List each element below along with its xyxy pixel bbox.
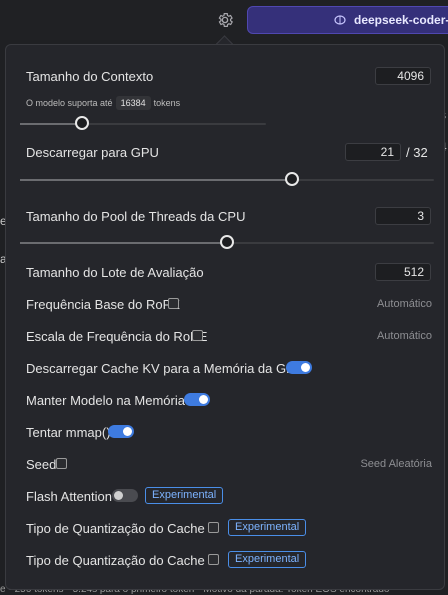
rope-scale-checkbox[interactable] xyxy=(192,330,203,341)
v-cache-quant-label: Tipo de Quantização do Cache V xyxy=(26,553,218,568)
gpu-offload-slider[interactable] xyxy=(20,172,434,186)
experimental-badge: Experimental xyxy=(228,551,307,568)
experimental-badge: Experimental xyxy=(228,519,307,536)
brain-icon xyxy=(334,15,346,25)
experimental-badge: Experimental xyxy=(145,487,224,504)
kv-offload-toggle[interactable] xyxy=(286,361,312,374)
gpu-offload-input[interactable]: 21 xyxy=(345,143,401,161)
model-load-settings-panel: Tamanho do Contexto 4096 O modelo suport… xyxy=(5,44,445,590)
eval-batch-input[interactable]: 512 xyxy=(375,263,431,281)
gpu-offload-label: Descarregar para GPU xyxy=(26,145,159,160)
keep-in-memory-toggle[interactable] xyxy=(184,393,210,406)
eval-batch-label: Tamanho do Lote de Avaliação xyxy=(26,265,204,280)
cpu-threads-slider[interactable] xyxy=(20,235,434,249)
rope-scale-value: Automático xyxy=(376,330,432,342)
slider-thumb[interactable] xyxy=(220,235,234,249)
k-cache-quant-label: Tipo de Quantização do Cache K xyxy=(26,521,218,536)
try-mmap-toggle[interactable] xyxy=(108,425,134,438)
cpu-threads-label: Tamanho do Pool de Threads da CPU xyxy=(26,209,246,224)
rope-base-value: Automático xyxy=(376,298,432,310)
try-mmap-label: Tentar mmap() xyxy=(26,425,111,440)
seed-checkbox[interactable] xyxy=(56,458,67,469)
kv-offload-label: Descarregar Cache KV para a Memória da G… xyxy=(26,361,305,376)
rope-scale-label: Escala de Frequência do RoPE xyxy=(26,329,208,344)
rope-base-checkbox[interactable] xyxy=(168,298,179,309)
v-cache-quant-checkbox[interactable] xyxy=(208,554,219,565)
cpu-threads-input[interactable]: 3 xyxy=(375,207,431,225)
keep-in-memory-label: Manter Modelo na Memória xyxy=(26,393,185,408)
flash-attention-toggle[interactable] xyxy=(112,489,138,502)
slider-thumb[interactable] xyxy=(284,172,299,186)
context-length-hint: O modelo suporta até 16384 tokens xyxy=(26,96,181,110)
seed-value: Seed Aleatória xyxy=(360,458,432,470)
context-length-label: Tamanho do Contexto xyxy=(26,69,154,84)
gpu-offload-max: / 32 xyxy=(406,145,428,160)
seed-label: Seed xyxy=(26,457,57,472)
context-length-slider[interactable] xyxy=(20,116,266,130)
context-length-input[interactable]: 4096 xyxy=(375,67,431,85)
model-selector-button[interactable]: deepseek-coder-6 xyxy=(247,6,448,34)
slider-thumb[interactable] xyxy=(74,116,89,130)
flash-attention-label: Flash Attention xyxy=(26,489,112,504)
rope-base-label: Frequência Base do RoPE xyxy=(26,297,180,312)
k-cache-quant-checkbox[interactable] xyxy=(208,522,219,533)
model-label: deepseek-coder-6 xyxy=(354,13,448,27)
gear-icon[interactable] xyxy=(216,11,234,29)
